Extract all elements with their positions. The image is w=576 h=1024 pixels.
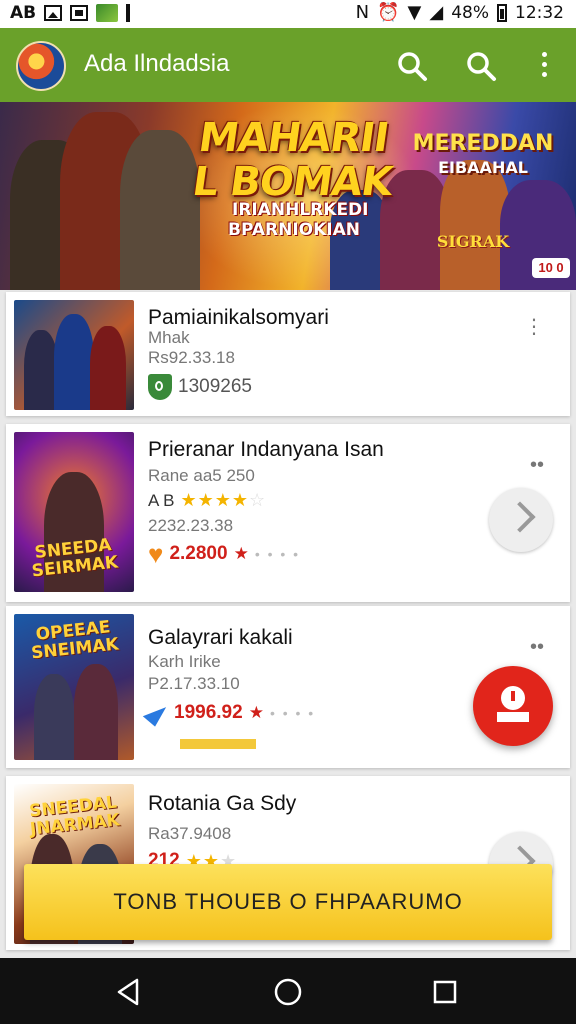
game-developer: Mhak bbox=[148, 328, 190, 347]
game-info: Ra37.9408 bbox=[148, 824, 232, 843]
more-horiz-icon[interactable]: •• bbox=[530, 637, 544, 657]
game-title[interactable]: Pamiainikalsomyari bbox=[148, 306, 329, 330]
system-nav-bar bbox=[0, 958, 576, 1024]
signal-icon: ◢ bbox=[429, 2, 444, 23]
progress-bar bbox=[180, 739, 256, 749]
game-price: 1996.92 bbox=[174, 702, 243, 723]
more-horiz-icon[interactable]: •• bbox=[530, 455, 544, 475]
image-notification-icon bbox=[70, 5, 89, 21]
home-icon bbox=[274, 978, 302, 1006]
banner-subtitle-2: BPARNIOKIAN bbox=[228, 220, 360, 240]
battery-icon bbox=[497, 3, 507, 22]
thumb-figure bbox=[34, 674, 74, 760]
banner-right-title: MEREDDAN EIBAAHAL bbox=[412, 131, 554, 178]
app-logo[interactable] bbox=[16, 41, 66, 91]
more-options-button[interactable] bbox=[528, 48, 560, 84]
status-text: AB bbox=[10, 3, 37, 23]
game-card-1[interactable]: Pamiainikalsomyari Mhak Rs92.33.18 13092… bbox=[6, 292, 570, 416]
recents-button[interactable] bbox=[429, 976, 461, 1008]
recents-icon bbox=[433, 980, 457, 1004]
game-price-row: ♥ 2.2800 ★ • • • • bbox=[148, 539, 301, 569]
game-info: 2232.23.38 bbox=[148, 516, 234, 535]
game-thumbnail[interactable] bbox=[14, 300, 134, 410]
decorative-dots: • • • • bbox=[269, 705, 316, 721]
download-button[interactable] bbox=[473, 666, 553, 746]
game-price: 2.2800 bbox=[169, 543, 228, 564]
download-icon bbox=[501, 686, 525, 710]
back-button[interactable] bbox=[113, 976, 145, 1008]
gallery-notification-icon bbox=[44, 5, 63, 21]
more-vert-icon bbox=[541, 52, 547, 57]
thumb-caption: OPEEAE SNEIMAK bbox=[30, 617, 120, 664]
promo-banner[interactable]: MAHARII L BOMAK IRIANHLRKEDI BPARNIOKIAN… bbox=[0, 102, 576, 290]
hero-figure bbox=[120, 130, 200, 290]
banner-subtitle-1: IRIANHLRKEDI bbox=[232, 200, 369, 220]
game-rating: A B ★★★★☆ bbox=[148, 490, 266, 511]
game-price-row: 1996.92 ★ • • • • bbox=[142, 699, 316, 727]
battery-percent: 48% bbox=[451, 2, 489, 23]
star-rating: ★★★★☆ bbox=[180, 490, 267, 510]
notification-bar-icon bbox=[126, 4, 131, 22]
banner-game-logo: SIGRAK bbox=[436, 232, 510, 251]
game-title[interactable]: Prieranar Indanyana Isan bbox=[148, 438, 384, 462]
shield-icon bbox=[148, 374, 172, 400]
game-developer: Karh Irike bbox=[148, 652, 221, 671]
thumb-figure bbox=[74, 664, 118, 760]
search-icon bbox=[467, 52, 496, 81]
game-info: P2.17.33.10 bbox=[148, 674, 240, 693]
thumb-caption: SNEEDA SEIRMAK bbox=[30, 535, 120, 582]
wifi-icon: ▼ bbox=[407, 2, 422, 23]
search-icon bbox=[398, 52, 427, 81]
primary-cta-button[interactable]: TONB THOUEB O FHPAARUMO bbox=[24, 864, 552, 940]
app-title: Ada Ilndadsia bbox=[84, 50, 230, 77]
status-bar: AB N ⏰ ▼ ◢ 48% 12:32 bbox=[0, 0, 576, 28]
banner-title: MAHARII L BOMAK bbox=[189, 115, 395, 205]
star-icon: ★ bbox=[248, 703, 264, 722]
nfc-icon: N bbox=[355, 2, 370, 23]
game-card-2[interactable]: SNEEDA SEIRMAK Prieranar Indanyana Isan … bbox=[6, 424, 570, 602]
game-thumbnail[interactable]: OPEEAE SNEIMAK bbox=[14, 614, 134, 760]
thumb-figure bbox=[24, 330, 58, 410]
game-info: Rs92.33.18 bbox=[148, 348, 235, 367]
game-developer: Rane aa5 250 bbox=[148, 466, 255, 485]
search-button[interactable] bbox=[392, 46, 432, 86]
search-button-secondary[interactable] bbox=[461, 46, 501, 86]
heart-icon: ♥ bbox=[148, 539, 164, 569]
decorative-dots: • • • • bbox=[254, 546, 301, 562]
more-vert-icon[interactable]: ⋮ bbox=[524, 317, 544, 337]
game-price-row: 1309265 bbox=[148, 374, 252, 400]
rating-prefix: A B bbox=[148, 490, 175, 510]
banner-badge: 10 0 bbox=[532, 258, 570, 278]
app-bar: Ada Ilndadsia bbox=[0, 28, 576, 102]
share-button[interactable] bbox=[489, 488, 553, 552]
thumb-figure bbox=[90, 326, 126, 410]
home-button[interactable] bbox=[272, 976, 304, 1008]
game-title[interactable]: Galayrari kakali bbox=[148, 626, 293, 650]
game-title[interactable]: Rotania Ga Sdy bbox=[148, 792, 296, 816]
clock: 12:32 bbox=[515, 2, 564, 23]
back-icon bbox=[117, 978, 139, 1006]
star-icon: ★ bbox=[233, 544, 249, 563]
tray-icon bbox=[497, 712, 529, 722]
arrow-icon bbox=[142, 699, 170, 727]
thumb-caption: SNEEDAL JNARMAK bbox=[28, 792, 121, 840]
game-price: 1309265 bbox=[178, 376, 252, 397]
thumb-figure bbox=[54, 314, 94, 410]
game-thumbnail[interactable]: SNEEDA SEIRMAK bbox=[14, 432, 134, 592]
game-notification-icon bbox=[96, 4, 119, 22]
alarm-icon: ⏰ bbox=[377, 2, 400, 23]
